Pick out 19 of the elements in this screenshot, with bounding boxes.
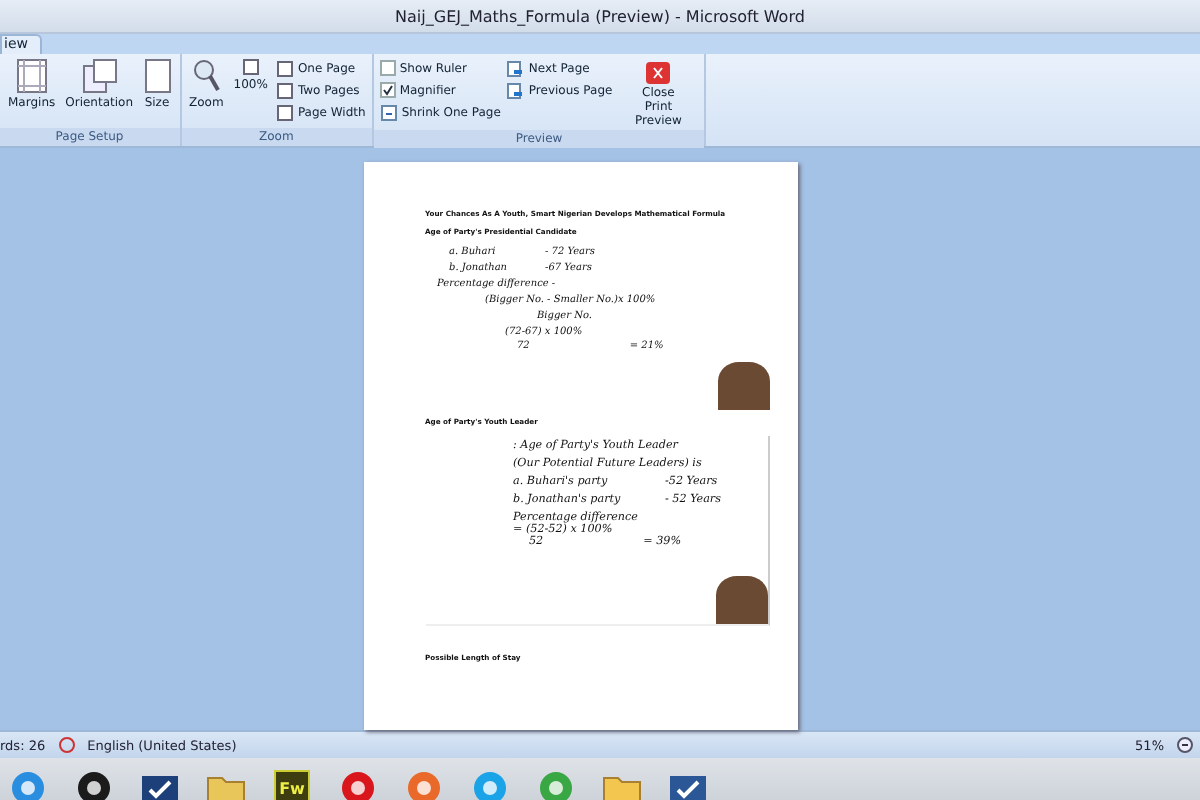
app-icon[interactable] bbox=[140, 772, 180, 800]
shrink-icon bbox=[379, 103, 398, 121]
app-icon[interactable] bbox=[76, 770, 112, 800]
folder-icon[interactable] bbox=[602, 772, 642, 800]
window-title: Naij_GEJ_Maths_Formula (Preview) - Microsoft Word bbox=[395, 7, 805, 25]
magnifier-icon bbox=[192, 58, 221, 94]
folder-icon[interactable] bbox=[206, 772, 246, 800]
checkbox[interactable] bbox=[379, 60, 396, 76]
close-icon bbox=[644, 60, 673, 86]
page-icon bbox=[143, 58, 171, 94]
proofing-icon[interactable] bbox=[57, 736, 76, 754]
pages-icon bbox=[81, 58, 118, 94]
fireworks-app-icon[interactable]: Fw bbox=[274, 770, 310, 800]
checkbox[interactable] bbox=[379, 82, 396, 98]
photo-placeholder bbox=[717, 362, 769, 410]
zoom-out-icon[interactable] bbox=[1176, 736, 1194, 754]
margins-icon bbox=[15, 58, 48, 94]
app-icon[interactable] bbox=[668, 772, 708, 800]
photo-placeholder bbox=[715, 576, 767, 624]
